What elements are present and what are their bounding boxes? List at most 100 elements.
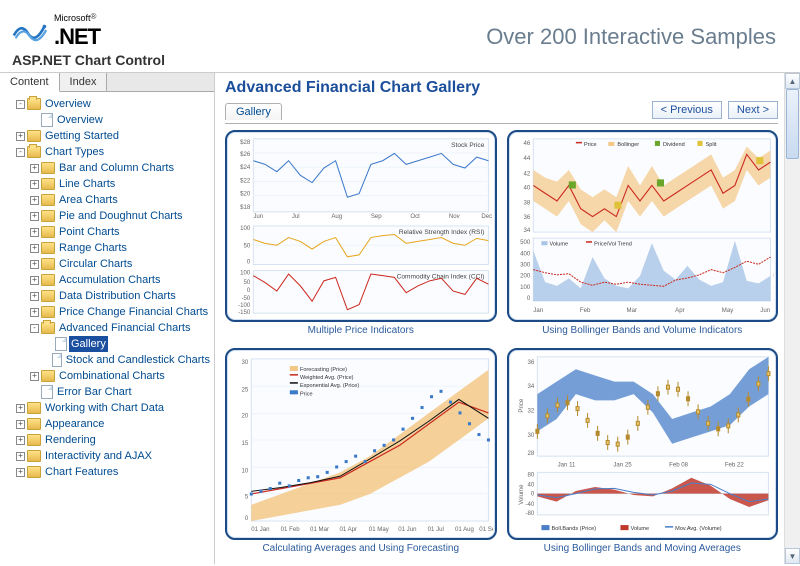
svg-text:May: May <box>721 307 733 314</box>
svg-text:0: 0 <box>247 258 251 265</box>
gallery-item[interactable]: Price 3634323028 Jan 11Jan 25Feb 08Feb 2… <box>507 348 779 556</box>
scroll-down-icon[interactable]: ▼ <box>785 548 800 564</box>
page-icon <box>55 337 67 351</box>
expand-icon[interactable]: + <box>16 132 25 141</box>
folder-icon <box>27 434 41 446</box>
gallery-item[interactable]: Stock Price $28$26$24$22$20$18 JunJulAug… <box>225 130 497 338</box>
tree-item[interactable]: +Pie and Doughnut Charts <box>30 208 212 224</box>
svg-text:38: 38 <box>523 200 530 207</box>
tree-label: Rendering <box>43 432 98 448</box>
spacer <box>44 340 53 349</box>
tree-item[interactable]: Gallery <box>44 336 212 352</box>
gallery-grid: Stock Price $28$26$24$22$20$18 JunJulAug… <box>225 123 778 556</box>
collapse-icon[interactable]: - <box>16 100 25 109</box>
svg-text:01 Apr: 01 Apr <box>339 526 357 533</box>
svg-text:Feb: Feb <box>579 307 590 314</box>
svg-text:Nov: Nov <box>449 213 461 220</box>
svg-text:Feb 08: Feb 08 <box>669 461 689 468</box>
scroll-thumb[interactable] <box>786 89 799 159</box>
tab-content[interactable]: Content <box>0 73 60 92</box>
expand-icon[interactable]: + <box>16 404 25 413</box>
svg-text:Apr: Apr <box>675 307 684 314</box>
svg-text:Jan 25: Jan 25 <box>613 461 632 468</box>
expand-icon[interactable]: + <box>30 276 39 285</box>
tree-item[interactable]: +Chart Features <box>16 464 212 480</box>
svg-text:0: 0 <box>245 515 249 522</box>
tab-index[interactable]: Index <box>60 73 108 91</box>
tree-item[interactable]: + Rendering <box>16 432 212 448</box>
collapse-icon[interactable]: - <box>30 324 39 333</box>
tree-label: Stock and Candlestick Charts <box>64 352 212 368</box>
svg-text:Price: Price <box>583 142 596 148</box>
expand-icon[interactable]: + <box>16 420 25 429</box>
expand-icon[interactable]: + <box>16 468 25 477</box>
gallery-item[interactable]: 302520151050 Forecasting (Price) Weighte… <box>225 348 497 556</box>
gallery-tab[interactable]: Gallery <box>225 103 282 120</box>
expand-icon[interactable]: + <box>30 308 39 317</box>
svg-text:0: 0 <box>530 491 534 498</box>
svg-text:-150: -150 <box>238 309 251 316</box>
expand-icon[interactable]: + <box>30 212 39 221</box>
svg-text:0: 0 <box>247 287 251 294</box>
svg-text:20: 20 <box>241 413 248 420</box>
expand-icon[interactable]: + <box>30 372 39 381</box>
expand-icon[interactable]: + <box>30 228 39 237</box>
svg-text:10: 10 <box>241 467 248 474</box>
svg-text:01 Feb: 01 Feb <box>281 526 301 533</box>
tree-item[interactable]: +Line Charts <box>30 176 212 192</box>
expand-icon[interactable]: + <box>30 164 39 173</box>
tree-label: Point Charts <box>57 224 122 240</box>
tree-item[interactable]: + Point Charts <box>30 224 212 240</box>
tree-item[interactable]: -Chart Types <box>16 144 212 160</box>
tree-item[interactable]: -Overview <box>16 96 212 112</box>
tree-item[interactable]: +Interactivity and AJAX <box>16 448 212 464</box>
svg-text:-80: -80 <box>525 510 534 517</box>
tree-item[interactable]: +Circular Charts <box>30 256 212 272</box>
svg-text:-100: -100 <box>238 302 251 309</box>
tree-item[interactable]: +Combinational Charts <box>30 368 212 384</box>
expand-icon[interactable]: + <box>30 260 39 269</box>
page-title: Advanced Financial Chart Gallery <box>225 79 778 97</box>
expand-icon[interactable]: + <box>16 436 25 445</box>
page-icon <box>41 113 53 127</box>
tree-item[interactable]: +Appearance <box>16 416 212 432</box>
tree-item[interactable]: Stock and Candlestick Charts <box>44 352 212 368</box>
tree-item[interactable]: +Working with Chart Data <box>16 400 212 416</box>
next-button[interactable]: Next > <box>728 101 778 119</box>
svg-text:42: 42 <box>523 170 530 177</box>
svg-text:Commodity Chain Index (CCI): Commodity Chain Index (CCI) <box>397 274 485 281</box>
tree-label: Gallery <box>69 336 108 352</box>
tree-item[interactable]: +Getting Started <box>16 128 212 144</box>
net-wave-icon <box>12 16 48 46</box>
expand-icon[interactable]: + <box>30 292 39 301</box>
folder-icon <box>41 178 55 190</box>
svg-text:100: 100 <box>240 225 251 232</box>
tree-item[interactable]: +Area Charts <box>30 192 212 208</box>
tree-item[interactable]: Error Bar Chart <box>30 384 212 400</box>
collapse-icon[interactable]: - <box>16 148 25 157</box>
folder-icon <box>27 402 41 414</box>
tree-item[interactable]: +Range Charts <box>30 240 212 256</box>
scrollbar[interactable]: ▲ ▼ <box>784 73 800 564</box>
gallery-item[interactable]: Price Bollinger Dividend Split 464442403… <box>507 130 779 338</box>
scroll-up-icon[interactable]: ▲ <box>785 73 800 89</box>
tree-label: Price Change Financial Charts <box>57 304 210 320</box>
tree-item[interactable]: +Data Distribution Charts <box>30 288 212 304</box>
prev-button[interactable]: < Previous <box>652 101 722 119</box>
svg-text:Oct: Oct <box>410 213 420 220</box>
tree-item[interactable]: +Bar and Column Charts <box>30 160 212 176</box>
tree-item[interactable]: Overview <box>30 112 212 128</box>
tree-item[interactable]: + Price Change Financial Charts <box>30 304 212 320</box>
tree-item[interactable]: -Advanced Financial Charts <box>30 320 212 336</box>
folder-icon <box>27 450 41 462</box>
expand-icon[interactable]: + <box>16 452 25 461</box>
expand-icon[interactable]: + <box>30 244 39 253</box>
tree-item[interactable]: +Accumulation Charts <box>30 272 212 288</box>
expand-icon[interactable]: + <box>30 196 39 205</box>
svg-text:01 Aug: 01 Aug <box>455 526 474 533</box>
svg-text:50: 50 <box>244 242 251 249</box>
svg-text:$24: $24 <box>240 164 251 171</box>
expand-icon[interactable]: + <box>30 180 39 189</box>
svg-text:100: 100 <box>240 270 251 277</box>
logo: Microsoft® .NET <box>12 12 100 50</box>
